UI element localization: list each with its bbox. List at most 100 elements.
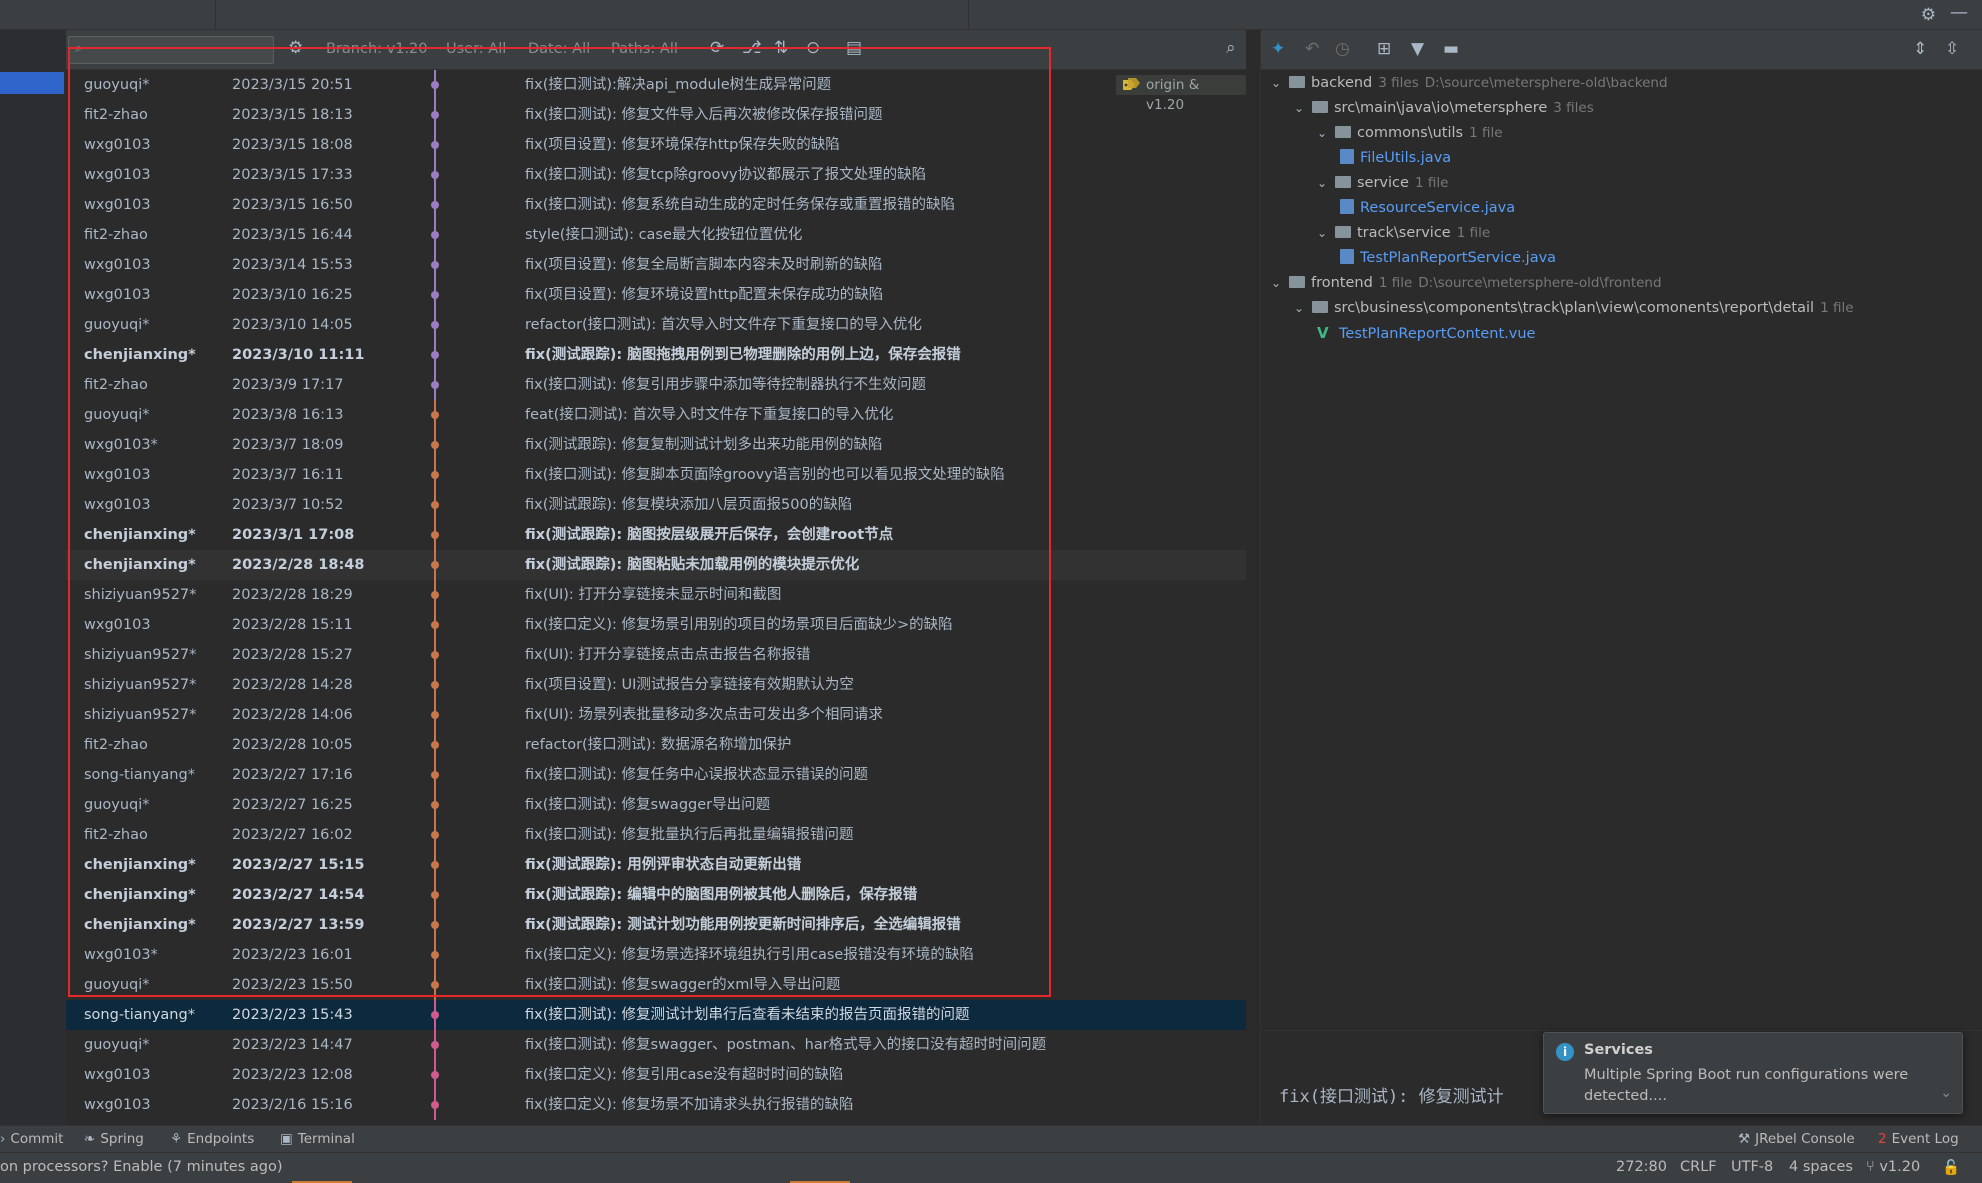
tree-folder-node[interactable]: ⌄ track\service 1 file xyxy=(1317,221,1490,246)
commit-row[interactable]: wxg0103* 2023/2/23 16:01 fix(接口定义): 修复场景选择… xyxy=(66,940,1246,970)
event-log-button[interactable]: 2 Event Log xyxy=(1878,1131,1959,1147)
revert-icon[interactable]: ↶ xyxy=(1305,39,1319,59)
commit-row[interactable]: shiziyuan9527* 2023/2/28 14:28 fix(项目设置): … xyxy=(66,670,1246,700)
chevron-down-icon[interactable]: ⌄ xyxy=(1940,1085,1952,1101)
file-encoding[interactable]: UTF-8 xyxy=(1731,1159,1773,1175)
log-search-input[interactable] xyxy=(91,40,269,60)
log-scrollbar[interactable] xyxy=(1246,30,1260,1125)
user-filter[interactable]: User: All xyxy=(446,41,506,57)
commit-row[interactable]: wxg0103 2023/3/14 15:53 fix(项目设置): 修复全局断言脚… xyxy=(66,250,1246,280)
caret-position[interactable]: 272:80 xyxy=(1616,1159,1667,1175)
tree-node-count: 1 file xyxy=(1414,175,1449,191)
commit-row[interactable]: chenjianxing* 2023/2/27 14:54 fix(测试跟踪): 编… xyxy=(66,880,1246,910)
status-message[interactable]: on processors? Enable (7 minutes ago) xyxy=(0,1159,283,1175)
git-log-panel: ⌕ ⚙ Branch: v1.20 User: All Date: All Pa… xyxy=(66,30,1246,1125)
commit-row[interactable]: chenjianxing* 2023/2/28 18:48 fix(测试跟踪): 脑… xyxy=(66,550,1246,580)
commit-row[interactable]: wxg0103 2023/3/7 16:11 fix(接口测试): 修复脚本页面除g… xyxy=(66,460,1246,490)
tree-folder-node[interactable]: ⌄ src\main\java\io\metersphere 3 files xyxy=(1294,96,1594,121)
commit-row[interactable]: fit2-zhao 2023/3/9 17:17 fix(接口测试): 修复引用步骤… xyxy=(66,370,1246,400)
commit-row[interactable]: song-tianyang* 2023/2/23 15:43 fix(接口测试): … xyxy=(66,1000,1246,1030)
chevron-down-icon[interactable]: ⌄ xyxy=(1317,171,1335,196)
terminal-tool-button[interactable]: ▣ Terminal xyxy=(280,1131,355,1147)
cherry-pick-icon[interactable]: ⎇ xyxy=(742,38,762,58)
commit-row[interactable]: shiziyuan9527* 2023/2/28 14:06 fix(UI): 场景… xyxy=(66,700,1246,730)
commit-row[interactable]: wxg0103 2023/2/23 12:08 fix(接口定义): 修复引用cas… xyxy=(66,1060,1246,1090)
commit-author: guoyuqi* xyxy=(84,797,150,813)
lock-icon[interactable]: 🔓 xyxy=(1942,1159,1960,1176)
group-by-icon[interactable]: ⊞ xyxy=(1377,39,1391,59)
tree-folder-node[interactable]: ⌄ backend 3 files D:\source\metersphere-old… xyxy=(1271,71,1668,96)
history-icon[interactable]: ◷ xyxy=(1335,39,1350,59)
chevron-down-icon[interactable]: ⌄ xyxy=(1294,296,1312,321)
indent-setting[interactable]: 4 spaces xyxy=(1789,1159,1853,1175)
settings-icon[interactable]: ⚙ xyxy=(288,38,303,58)
tree-folder-node[interactable]: ⌄ commons\utils 1 file xyxy=(1317,121,1503,146)
expand-all-icon[interactable]: ⇕ xyxy=(1913,39,1927,59)
commit-row[interactable]: shiziyuan9527* 2023/2/28 15:27 fix(UI): 打开… xyxy=(66,640,1246,670)
commit-date: 2023/2/23 16:01 xyxy=(232,947,353,963)
date-filter[interactable]: Date: All xyxy=(528,41,590,57)
commit-row[interactable]: chenjianxing* 2023/3/10 11:11 fix(测试跟踪): 脑… xyxy=(66,340,1246,370)
commit-row[interactable]: wxg0103 2023/3/7 10:52 fix(测试跟踪): 修复模块添加八层… xyxy=(66,490,1246,520)
commit-row[interactable]: wxg0103 2023/2/28 15:11 fix(接口定义): 修复场景引用别… xyxy=(66,610,1246,640)
diff-icon[interactable]: ✦ xyxy=(1271,39,1285,59)
commit-row[interactable]: chenjianxing* 2023/2/27 15:15 fix(测试跟踪): 用… xyxy=(66,850,1246,880)
commit-row[interactable]: chenjianxing* 2023/3/1 17:08 fix(测试跟踪): 脑图… xyxy=(66,520,1246,550)
branch-filter[interactable]: Branch: v1.20 xyxy=(326,41,428,57)
go-to-hash-icon[interactable]: ⊖ xyxy=(806,38,820,58)
collapse-all-icon[interactable]: ⇳ xyxy=(1945,39,1959,59)
commit-row[interactable]: guoyuqi* 2023/3/15 20:51 fix(接口测试):解决api_m… xyxy=(66,70,1246,100)
search-icon[interactable]: ⌕ xyxy=(1226,38,1236,58)
gear-icon[interactable]: ⚙ xyxy=(1921,5,1936,25)
minimize-icon[interactable]: — xyxy=(1950,2,1968,23)
layout-icon[interactable]: ▬ xyxy=(1443,39,1459,59)
commit-row[interactable]: fit2-zhao 2023/2/28 10:05 refactor(接口测试): … xyxy=(66,730,1246,760)
paths-filter[interactable]: Paths: All xyxy=(611,41,678,57)
tree-folder-node[interactable]: ⌄ service 1 file xyxy=(1317,171,1448,196)
view-options-icon[interactable]: ▤ xyxy=(846,38,862,58)
chevron-down-icon[interactable]: ⌄ xyxy=(1271,71,1289,96)
chevron-down-icon[interactable]: ⌄ xyxy=(1271,271,1289,296)
commit-author: wxg0103 xyxy=(84,1097,151,1113)
collapse-linear-icon[interactable]: ⇅ xyxy=(774,38,788,58)
services-notification[interactable]: i Services Multiple Spring Boot run conf… xyxy=(1543,1032,1963,1114)
commit-row[interactable]: wxg0103 2023/3/15 16:50 fix(接口测试): 修复系统自动生… xyxy=(66,190,1246,220)
commit-row[interactable]: wxg0103 2023/3/15 18:08 fix(项目设置): 修复环境保存h… xyxy=(66,130,1246,160)
commit-row[interactable]: fit2-zhao 2023/3/15 16:44 style(接口测试): cas… xyxy=(66,220,1246,250)
spring-tool-button[interactable]: ❧ Spring xyxy=(84,1131,144,1147)
commit-row[interactable]: fit2-zhao 2023/2/27 16:02 fix(接口测试): 修复批量执… xyxy=(66,820,1246,850)
commit-row[interactable]: song-tianyang* 2023/2/27 17:16 fix(接口测试): … xyxy=(66,760,1246,790)
commit-row[interactable]: shiziyuan9527* 2023/2/28 18:29 fix(UI): 打开… xyxy=(66,580,1246,610)
commit-row[interactable]: wxg0103* 2023/3/7 18:09 fix(测试跟踪): 修复复制测试计… xyxy=(66,430,1246,460)
jrebel-console-button[interactable]: ⚒ JRebel Console xyxy=(1738,1131,1855,1147)
commit-row[interactable]: guoyuqi* 2023/3/10 14:05 refactor(接口测试): 首… xyxy=(66,310,1246,340)
chevron-down-icon[interactable]: ⌄ xyxy=(1294,96,1312,121)
git-branch-widget[interactable]: ⑂ v1.20 xyxy=(1866,1159,1920,1175)
tree-file-node[interactable]: ResourceService.java xyxy=(1340,196,1515,221)
endpoints-tool-button[interactable]: ⚘ Endpoints xyxy=(170,1131,254,1147)
tree-folder-node[interactable]: ⌄ src\business\components\track\plan\view… xyxy=(1294,296,1854,321)
commit-row[interactable]: guoyuqi* 2023/3/8 16:13 feat(接口测试): 首次导入时文… xyxy=(66,400,1246,430)
tree-file-node[interactable]: TestPlanReportService.java xyxy=(1340,246,1556,271)
commit-row[interactable]: guoyuqi* 2023/2/23 14:47 fix(接口测试): 修复swag… xyxy=(66,1030,1246,1060)
commit-row[interactable]: wxg0103 2023/2/16 15:16 fix(接口定义): 修复场景不加请… xyxy=(66,1090,1246,1120)
commit-date: 2023/2/27 13:59 xyxy=(232,917,365,933)
commit-tool-button[interactable]: › Commit xyxy=(0,1131,63,1147)
chevron-down-icon[interactable]: ⌄ xyxy=(1317,221,1335,246)
commit-row[interactable]: wxg0103 2023/3/10 16:25 fix(项目设置): 修复环境设置h… xyxy=(66,280,1246,310)
tree-folder-node[interactable]: ⌄ frontend 1 file D:\source\metersphere-old… xyxy=(1271,271,1662,296)
commit-row[interactable]: guoyuqi* 2023/2/27 16:25 fix(接口测试): 修复swag… xyxy=(66,790,1246,820)
refresh-icon[interactable]: ⟳ xyxy=(710,38,724,58)
chevron-down-icon[interactable]: ⌄ xyxy=(1317,121,1335,146)
line-separator[interactable]: CRLF xyxy=(1680,1159,1717,1175)
commit-row[interactable]: fit2-zhao 2023/3/15 18:13 fix(接口测试): 修复文件导… xyxy=(66,100,1246,130)
filter-icon[interactable]: ▼ xyxy=(1411,39,1424,59)
commit-row[interactable]: chenjianxing* 2023/2/27 13:59 fix(测试跟踪): 测… xyxy=(66,910,1246,940)
tree-file-node[interactable]: V TestPlanReportContent.vue xyxy=(1317,321,1535,346)
commit-row[interactable]: guoyuqi* 2023/2/23 15:50 fix(接口测试): 修复swag… xyxy=(66,970,1246,1000)
tree-file-node[interactable]: FileUtils.java xyxy=(1340,146,1451,171)
commit-row[interactable]: wxg0103 2023/3/15 17:33 fix(接口测试): 修复tcp除g… xyxy=(66,160,1246,190)
commit-date: 2023/3/15 16:50 xyxy=(232,197,353,213)
log-search-box[interactable]: ⌕ xyxy=(68,36,274,64)
selected-branch[interactable] xyxy=(0,72,64,94)
